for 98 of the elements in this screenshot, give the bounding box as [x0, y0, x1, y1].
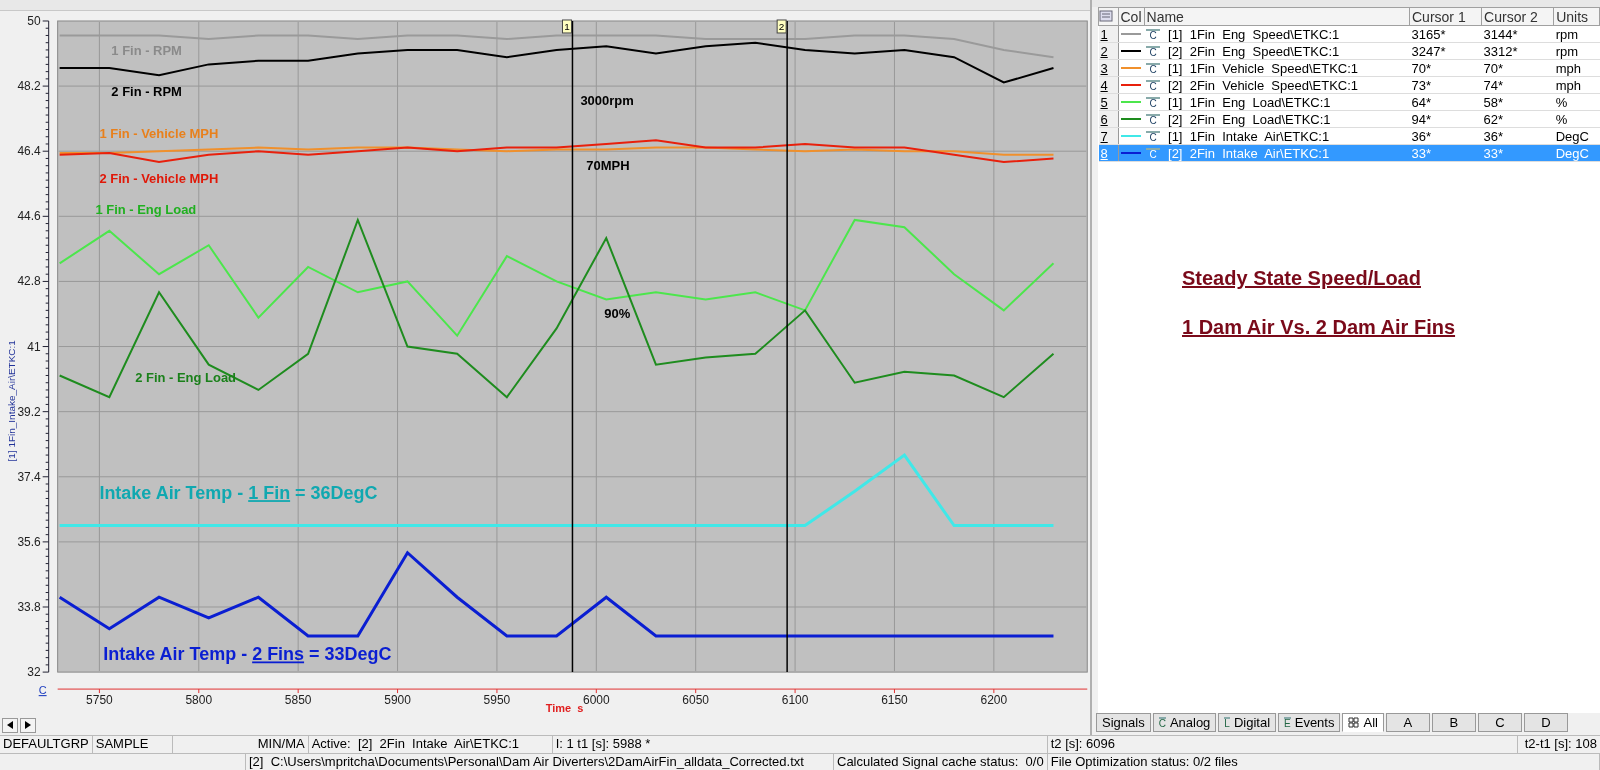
status-field: [2] C:\Users\mpritcha\Documents\Personal\Dam Air Diverters\2DamAirFin_alldata_Corrected.txt	[246, 754, 834, 770]
column-header[interactable]: Cursor 2	[1481, 7, 1554, 26]
table-cell: 94*	[1409, 110, 1482, 128]
axis-title: [1] 1Fin_Intake_Air\ETKC:1	[5, 340, 17, 462]
table-cell[interactable]: C [1] 1Fin Eng Speed\ETKC:1	[1144, 25, 1410, 43]
signal-name: [2] 2Fin Eng Load\ETKC:1	[1168, 111, 1331, 127]
table-cell[interactable]: C [1] 1Fin Eng Load\ETKC:1	[1144, 93, 1410, 111]
grid-icon	[1348, 717, 1360, 728]
table-cell: 70*	[1409, 59, 1482, 77]
trace-label: 90%	[604, 306, 631, 322]
table-cell: 74*	[1481, 76, 1554, 94]
signal-name: [1] 1Fin Intake Air\ETKC:1	[1168, 128, 1330, 144]
corner-link[interactable]: C	[38, 684, 47, 697]
table-cell: rpm	[1553, 42, 1600, 60]
table-cell: DegC	[1553, 127, 1600, 145]
axis-tick-label: 6150	[881, 693, 908, 708]
table-cell: 3312*	[1481, 42, 1554, 60]
table-cell: 73*	[1409, 76, 1482, 94]
table-cell: mph	[1553, 76, 1600, 94]
axis-tick-label: 37.4	[17, 469, 41, 484]
axis-title: Time s	[545, 702, 584, 715]
signal-name: [2] 2Fin Vehicle Speed\ETKC:1	[1168, 77, 1359, 93]
table-cell[interactable]: C [2] 2Fin Eng Speed\ETKC:1	[1144, 42, 1410, 60]
axis-tick-label: 41	[27, 339, 41, 354]
axis-tick-label: 5900	[384, 693, 411, 708]
signal-name: [1] 1Fin Eng Load\ETKC:1	[1168, 94, 1331, 110]
status-field: Calculated Signal cache status: 0/0	[834, 754, 1048, 770]
trace-label: Intake Air Temp - 2 Fins = 33DegC	[103, 644, 392, 665]
tab[interactable]: B	[1431, 713, 1476, 732]
table-cell: mph	[1553, 59, 1600, 77]
axis-tick-label: 6100	[781, 693, 809, 708]
tab[interactable]: D	[1523, 713, 1568, 732]
column-header[interactable]: Col	[1118, 7, 1144, 26]
axis-tick-label: 44.6	[17, 209, 41, 224]
axis-tick-label: 46.4	[17, 144, 41, 159]
table-cell: 70*	[1481, 59, 1554, 77]
axis-tick-label: 35.6	[17, 534, 41, 549]
table-cell: 3144*	[1481, 25, 1554, 43]
axis-tick-label: 5750	[86, 693, 113, 708]
axis-tick-label: 42.8	[17, 274, 41, 289]
table-cell[interactable]: C [1] 1Fin Vehicle Speed\ETKC:1	[1144, 59, 1410, 77]
axis-tick-label: 48.2	[17, 79, 41, 94]
column-header[interactable]: Name	[1144, 7, 1410, 26]
signal-name: [2] 2Fin Intake Air\ETKC:1	[1168, 145, 1330, 161]
trace-label: 2 Fin - Eng Load	[135, 370, 237, 386]
axis-tick-label: 6200	[980, 693, 1008, 708]
table-cell[interactable]: C [2] 2Fin Eng Load\ETKC:1	[1144, 110, 1410, 128]
axis-tick-label: 5850	[284, 693, 312, 708]
trace-label: 2 Fin - Vehicle MPH	[99, 171, 219, 187]
axis-tick-label: 33.8	[17, 599, 41, 614]
signal-name: [1] 1Fin Vehicle Speed\ETKC:1	[1168, 60, 1359, 76]
table-cell: 62*	[1481, 110, 1554, 128]
tab[interactable]: A	[1385, 713, 1430, 732]
tab[interactable]: C	[1477, 713, 1522, 732]
note-text: Steady State Speed/Load	[1182, 267, 1421, 290]
table-cell: %	[1553, 110, 1600, 128]
trace-label: 70MPH	[586, 158, 630, 174]
tab[interactable]: C Analog	[1152, 713, 1217, 732]
column-header[interactable]: Cursor 1	[1409, 7, 1482, 26]
tab[interactable]: E Events	[1278, 713, 1341, 732]
table-cell[interactable]: C [2] 2Fin Vehicle Speed\ETKC:1	[1144, 76, 1410, 94]
axis-tick-label: 50	[27, 13, 41, 28]
scroll-left-button[interactable]	[2, 717, 18, 733]
table-cell: 36*	[1481, 127, 1554, 145]
tab[interactable]: All	[1342, 713, 1384, 732]
signal-name: [2] 2Fin Eng Speed\ETKC:1	[1168, 43, 1340, 59]
trace-label: 1 Fin - Vehicle MPH	[99, 126, 219, 142]
axis-tick-label: 39.2	[17, 404, 41, 419]
trace-label: 3000rpm	[580, 93, 634, 109]
note-text: 1 Dam Air Vs. 2 Dam Air Fins	[1182, 316, 1456, 339]
axis-tick-label: 5950	[483, 693, 511, 708]
trace-label: Intake Air Temp - 1 Fin = 36DegC	[99, 482, 378, 503]
table-cell: 64*	[1409, 93, 1482, 111]
axis-tick-label: 32	[27, 665, 41, 680]
axis-tick-label: 5800	[185, 693, 213, 708]
status-field: t2-t1 [s]: 108	[1517, 736, 1600, 753]
arrow-left-icon	[7, 721, 13, 729]
table-cell: %	[1553, 93, 1600, 111]
trace-label: 2 Fin - RPM	[111, 84, 182, 100]
arrow-right-icon	[25, 721, 31, 729]
cursor-line[interactable]: 1	[562, 19, 574, 673]
axis-tick-label: 6050	[682, 693, 709, 708]
table-cell: 3165*	[1409, 25, 1482, 43]
status-field: File Optimization status: 0/2 files	[1047, 754, 1600, 770]
signal-name: [1] 1Fin Eng Speed\ETKC:1	[1168, 26, 1340, 42]
trace-label: 1 Fin - Eng Load	[95, 202, 197, 218]
axis-tick-label: 6000	[583, 693, 610, 708]
scroll-right-button[interactable]	[20, 717, 36, 733]
tab[interactable]: Signals	[1096, 713, 1151, 732]
table-cell: 36*	[1409, 127, 1482, 145]
table-cell: rpm	[1553, 25, 1600, 43]
table-cell[interactable]: C [1] 1Fin Intake Air\ETKC:1	[1144, 127, 1410, 145]
table-cell: 58*	[1481, 93, 1554, 111]
column-header[interactable]: Units	[1553, 7, 1600, 26]
cursor-line[interactable]: 2	[776, 19, 788, 673]
table-settings-icon[interactable]	[1099, 9, 1113, 22]
tab[interactable]: L Digital	[1218, 713, 1277, 732]
table-cell: 3247*	[1409, 42, 1482, 60]
